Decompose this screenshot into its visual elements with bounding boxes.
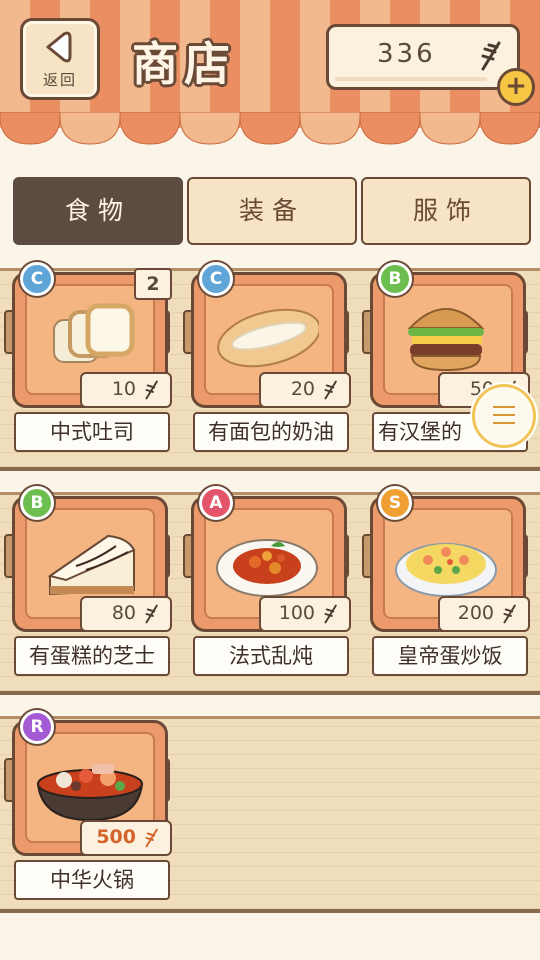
item-name-label[interactable]: 皇帝蛋炒饭	[372, 636, 528, 676]
cheesecake-icon	[47, 534, 136, 596]
price-tag: 10	[80, 372, 172, 408]
grade-badge: B	[378, 262, 412, 296]
wheat-coin-icon	[503, 604, 516, 624]
burger-icon	[407, 308, 485, 372]
back-button[interactable]: 返回	[20, 18, 100, 100]
coin-bar	[335, 77, 487, 81]
item-name-label[interactable]: 法式乱炖	[193, 636, 349, 676]
item-name-label[interactable]: 中式吐司	[14, 412, 170, 452]
price-value: 10	[111, 378, 136, 400]
awning-scallop-segment	[59, 112, 121, 145]
shop-item[interactable]: R 500 中华火锅	[4, 710, 174, 910]
grade-badge: C	[20, 262, 54, 296]
back-label: 返回	[42, 71, 77, 89]
awning-scallop-segment	[419, 112, 481, 145]
awning-scallop-segment	[0, 112, 61, 145]
awning-scallop-segment	[119, 112, 181, 145]
add-coins-button[interactable]: +	[497, 68, 535, 106]
price-tag: 100	[259, 596, 351, 632]
awning-scallop-segment	[479, 112, 540, 145]
awning-scallop-segment	[299, 112, 361, 145]
price-tag: 80	[80, 596, 172, 632]
tab-equipment[interactable]: 装备	[187, 177, 357, 245]
shop-item[interactable]: A 100 法式乱炖	[183, 486, 353, 686]
tab-food[interactable]: 食物	[13, 177, 183, 245]
menu-button[interactable]	[472, 384, 536, 448]
grade-badge: C	[199, 262, 233, 296]
price-value: 100	[278, 602, 315, 624]
menu-icon	[493, 422, 515, 424]
item-name-label[interactable]: 中华火锅	[14, 860, 170, 900]
page-title: 商店	[132, 37, 236, 91]
awning-scallop	[0, 112, 540, 145]
coin-counter: 336	[326, 24, 520, 90]
price-value: 200	[457, 602, 494, 624]
price-tag: 20	[259, 372, 351, 408]
price-tag: 200	[438, 596, 530, 632]
wheat-coin-icon	[145, 380, 158, 400]
grade-badge: A	[199, 486, 233, 520]
hotpot-icon	[36, 764, 144, 822]
cream-bun-icon	[217, 308, 319, 368]
toast-icon	[53, 303, 135, 363]
shop-item[interactable]: B 80 有蛋糕的芝士	[4, 486, 174, 686]
coin-amount: 336	[377, 39, 436, 69]
menu-icon	[493, 406, 515, 408]
menu-icon	[493, 414, 515, 416]
shop-item[interactable]: S 200 皇帝蛋炒饭	[362, 486, 532, 686]
owned-count-badge: 2	[134, 268, 172, 300]
grade-badge: R	[20, 710, 54, 744]
ratatouille-icon	[216, 539, 318, 597]
awning-scallop-segment	[179, 112, 241, 145]
wheat-coin-icon	[145, 604, 158, 624]
awning-scallop-segment	[359, 112, 421, 145]
wheat-coin-icon	[324, 604, 337, 624]
price-value: 500	[96, 826, 136, 848]
wheat-coin-icon	[324, 380, 337, 400]
back-arrow-icon	[46, 31, 72, 63]
tab-clothing[interactable]: 服饰	[361, 177, 531, 245]
wheat-coin-icon	[145, 828, 158, 848]
shop-item[interactable]: C 20 有面包的奶油	[183, 262, 353, 462]
item-name-label[interactable]: 有蛋糕的芝士	[14, 636, 170, 676]
awning-scallop-segment	[239, 112, 301, 145]
price-tag: 500	[80, 820, 172, 856]
grade-badge: B	[20, 486, 54, 520]
shop-item[interactable]: C 2 10 中式吐司	[4, 262, 174, 462]
wheat-coin-icon	[481, 41, 501, 71]
fried-rice-icon	[395, 543, 497, 597]
grade-badge: S	[378, 486, 412, 520]
price-value: 20	[290, 378, 315, 400]
price-value: 80	[111, 602, 136, 624]
item-name-label[interactable]: 有面包的奶油	[193, 412, 349, 452]
